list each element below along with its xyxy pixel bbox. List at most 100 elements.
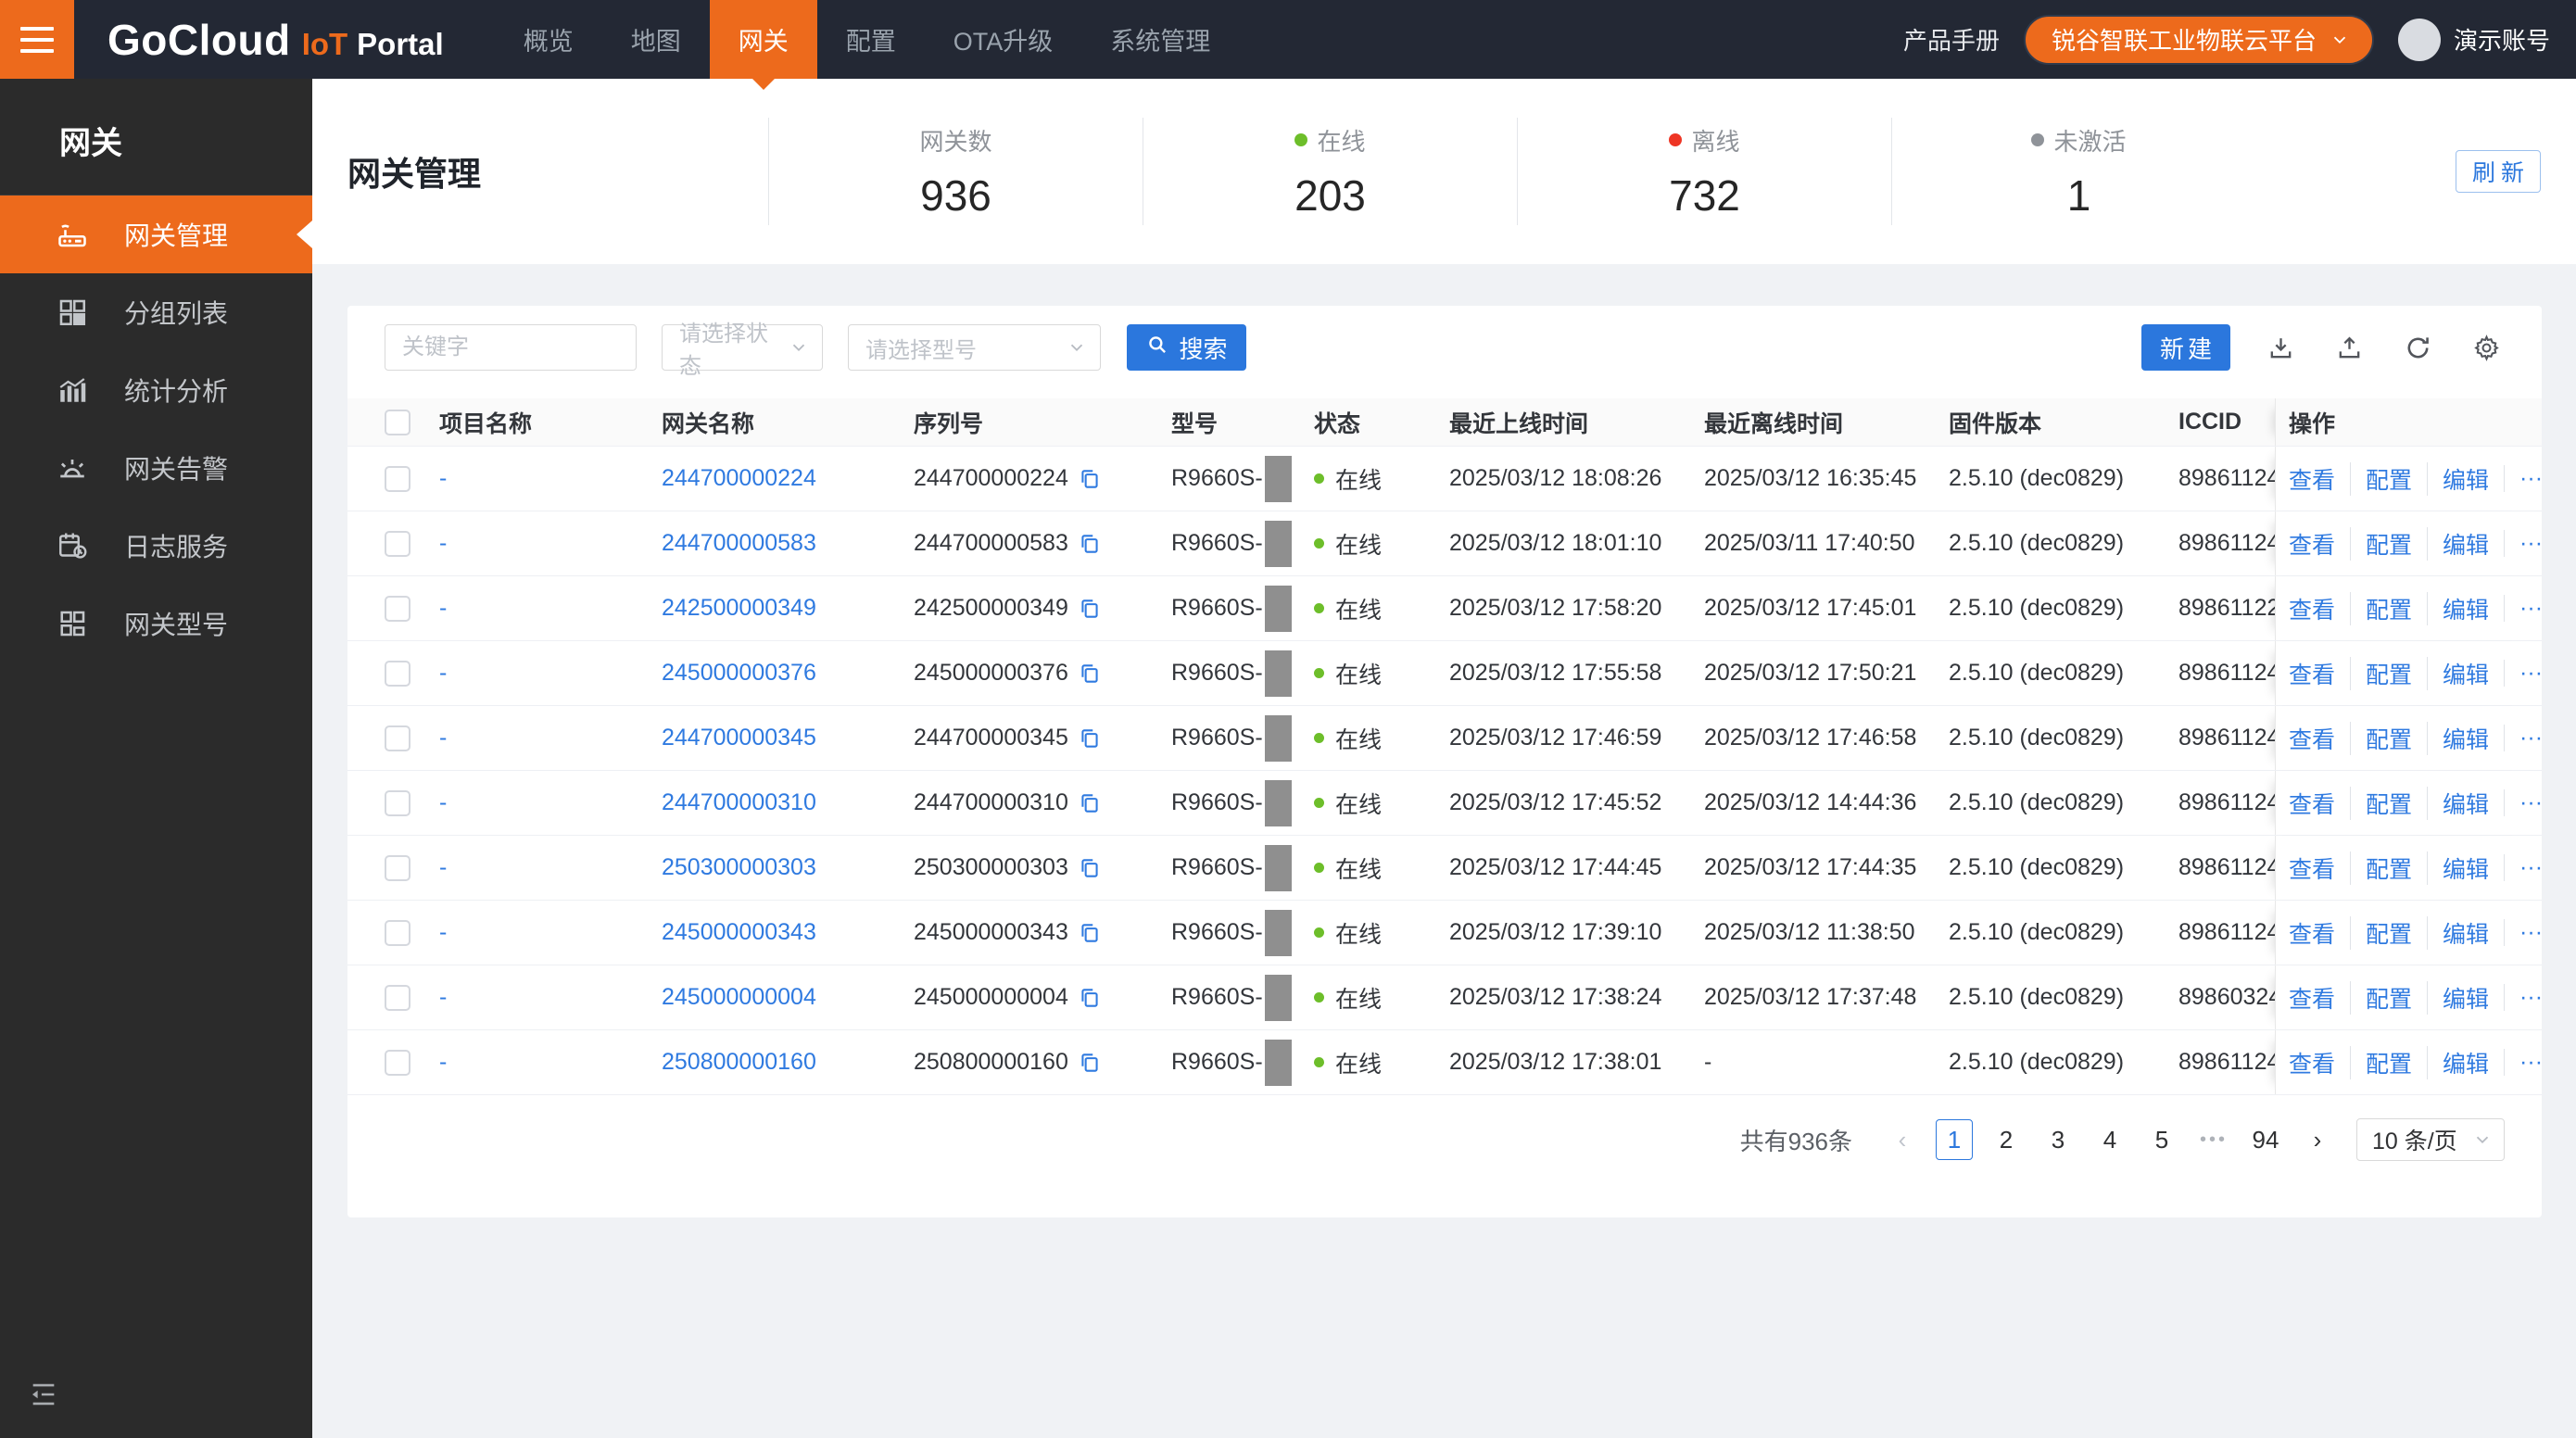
page-size-select[interactable]: 10 条/页 (2356, 1118, 2505, 1161)
view-action[interactable]: 查看 (2289, 462, 2335, 496)
gateway-name-link[interactable]: 242500000349 (662, 595, 816, 622)
gateway-name-link[interactable]: 244700000310 (662, 789, 816, 816)
edit-action[interactable]: 编辑 (2427, 591, 2489, 625)
view-action[interactable]: 查看 (2289, 1046, 2335, 1079)
config-action[interactable]: 配置 (2350, 461, 2412, 496)
export-icon[interactable] (2330, 329, 2368, 366)
row-checkbox[interactable] (385, 854, 410, 881)
more-actions-icon[interactable]: ··· (2504, 465, 2542, 492)
page-button-4[interactable]: 4 (2091, 1119, 2128, 1160)
sidebar-item-统计分析[interactable]: 统计分析 (0, 351, 312, 429)
top-nav-item-系统管理[interactable]: 系统管理 (1081, 0, 1239, 79)
collapse-sidebar-icon[interactable] (28, 1379, 65, 1416)
copy-icon[interactable] (1078, 662, 1102, 686)
config-action[interactable]: 配置 (2350, 1045, 2412, 1079)
prev-page-button[interactable]: ‹ (1884, 1119, 1921, 1160)
product-manual-link[interactable]: 产品手册 (1903, 22, 2000, 57)
status-select[interactable]: 请选择状态 (662, 322, 823, 379)
refresh-button[interactable]: 刷新 (2456, 150, 2541, 193)
config-action[interactable]: 配置 (2350, 526, 2412, 561)
row-checkbox[interactable] (385, 1049, 410, 1076)
config-action[interactable]: 配置 (2350, 851, 2412, 885)
view-action[interactable]: 查看 (2289, 851, 2335, 885)
row-checkbox[interactable] (385, 725, 410, 751)
gear-icon[interactable] (2468, 329, 2505, 366)
gateway-name-link[interactable]: 250300000303 (662, 854, 816, 881)
view-action[interactable]: 查看 (2289, 527, 2335, 561)
row-checkbox[interactable] (385, 465, 410, 492)
page-button-94[interactable]: 94 (2247, 1119, 2284, 1160)
sidebar-item-网关型号[interactable]: 网关型号 (0, 585, 312, 662)
tenant-selector[interactable]: 锐谷智联工业物联云平台 (2023, 14, 2374, 65)
config-action[interactable]: 配置 (2350, 786, 2412, 820)
row-checkbox[interactable] (385, 660, 410, 687)
reload-icon[interactable] (2399, 329, 2436, 366)
row-checkbox[interactable] (385, 984, 410, 1011)
config-action[interactable]: 配置 (2350, 591, 2412, 625)
copy-icon[interactable] (1078, 791, 1102, 815)
edit-action[interactable]: 编辑 (2427, 461, 2489, 496)
copy-icon[interactable] (1078, 921, 1102, 945)
view-action[interactable]: 查看 (2289, 657, 2335, 690)
top-nav-item-概览[interactable]: 概览 (495, 0, 602, 79)
sidebar-item-网关管理[interactable]: 网关管理 (0, 196, 312, 273)
top-nav-item-配置[interactable]: 配置 (817, 0, 925, 79)
edit-action[interactable]: 编辑 (2427, 1045, 2489, 1079)
gateway-name-link[interactable]: 245000000004 (662, 984, 816, 1011)
edit-action[interactable]: 编辑 (2427, 915, 2489, 950)
more-actions-icon[interactable]: ··· (2504, 595, 2542, 622)
create-button[interactable]: 新建 (2141, 324, 2230, 371)
more-actions-icon[interactable]: ··· (2504, 789, 2542, 816)
copy-icon[interactable] (1078, 597, 1102, 621)
top-nav-item-网关[interactable]: 网关 (709, 0, 817, 90)
gateway-name-link[interactable]: 245000000343 (662, 919, 816, 946)
row-checkbox[interactable] (385, 919, 410, 946)
model-select[interactable]: 请选择型号 (848, 324, 1101, 371)
next-page-button[interactable]: › (2299, 1119, 2336, 1160)
copy-icon[interactable] (1078, 726, 1102, 751)
sidebar-item-网关告警[interactable]: 网关告警 (0, 429, 312, 507)
view-action[interactable]: 查看 (2289, 916, 2335, 950)
page-button-5[interactable]: 5 (2143, 1119, 2180, 1160)
copy-icon[interactable] (1078, 1051, 1102, 1075)
row-checkbox[interactable] (385, 789, 410, 816)
gateway-name-link[interactable]: 244700000224 (662, 465, 816, 492)
copy-icon[interactable] (1078, 532, 1102, 556)
search-button[interactable]: 搜索 (1127, 324, 1246, 371)
config-action[interactable]: 配置 (2350, 656, 2412, 690)
view-action[interactable]: 查看 (2289, 722, 2335, 755)
gateway-name-link[interactable]: 245000000376 (662, 660, 816, 687)
edit-action[interactable]: 编辑 (2427, 980, 2489, 1015)
view-action[interactable]: 查看 (2289, 787, 2335, 820)
page-button-3[interactable]: 3 (2039, 1119, 2077, 1160)
config-action[interactable]: 配置 (2350, 721, 2412, 755)
sidebar-item-日志服务[interactable]: 日志服务 (0, 507, 312, 585)
edit-action[interactable]: 编辑 (2427, 786, 2489, 820)
copy-icon[interactable] (1078, 986, 1102, 1010)
gateway-name-link[interactable]: 250800000160 (662, 1049, 816, 1076)
more-actions-icon[interactable]: ··· (2504, 530, 2542, 557)
copy-icon[interactable] (1078, 856, 1102, 880)
more-actions-icon[interactable]: ··· (2504, 1049, 2542, 1076)
avatar[interactable] (2397, 18, 2441, 61)
more-actions-icon[interactable]: ··· (2504, 984, 2542, 1011)
row-checkbox[interactable] (385, 595, 410, 622)
edit-action[interactable]: 编辑 (2427, 526, 2489, 561)
view-action[interactable]: 查看 (2289, 981, 2335, 1015)
more-actions-icon[interactable]: ··· (2504, 725, 2542, 751)
edit-action[interactable]: 编辑 (2427, 656, 2489, 690)
row-checkbox[interactable] (385, 530, 410, 557)
page-button-1[interactable]: 1 (1936, 1119, 1973, 1160)
gateway-name-link[interactable]: 244700000345 (662, 725, 816, 751)
gateway-name-link[interactable]: 244700000583 (662, 530, 816, 557)
sidebar-item-分组列表[interactable]: 分组列表 (0, 273, 312, 351)
top-nav-item-地图[interactable]: 地图 (602, 0, 710, 79)
config-action[interactable]: 配置 (2350, 915, 2412, 950)
hamburger-menu-icon[interactable] (0, 0, 74, 79)
edit-action[interactable]: 编辑 (2427, 721, 2489, 755)
page-button-2[interactable]: 2 (1988, 1119, 2025, 1160)
more-actions-icon[interactable]: ··· (2504, 919, 2542, 946)
edit-action[interactable]: 编辑 (2427, 851, 2489, 885)
keyword-input[interactable] (385, 324, 637, 371)
select-all-checkbox[interactable] (385, 409, 410, 435)
